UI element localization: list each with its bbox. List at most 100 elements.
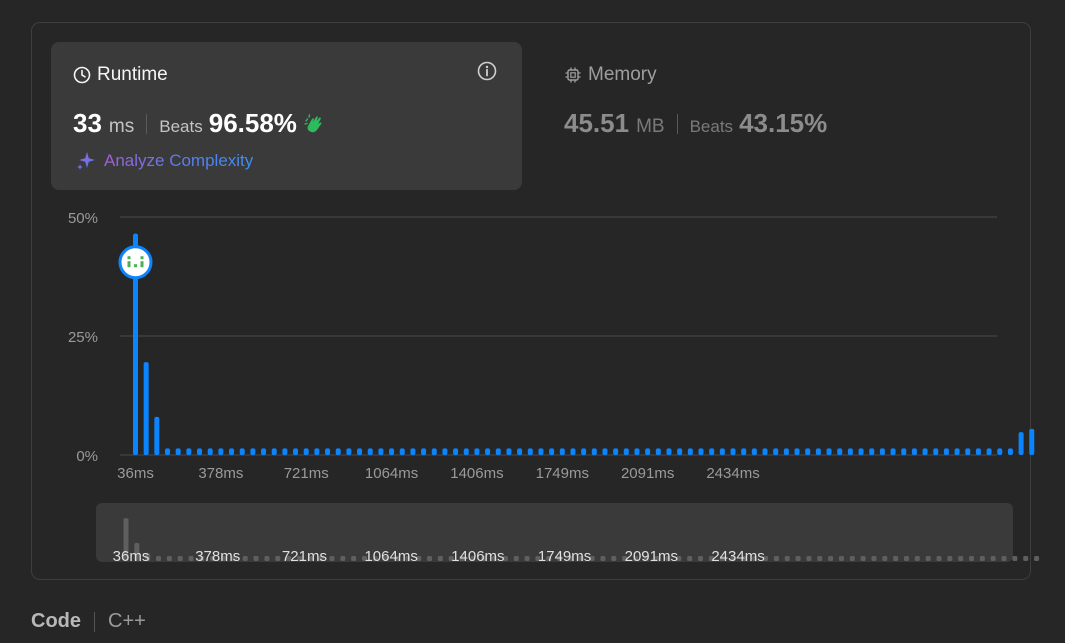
distribution-bar[interactable] — [677, 448, 683, 455]
distribution-bar[interactable] — [325, 448, 331, 455]
distribution-bar[interactable] — [367, 448, 373, 455]
distribution-bar[interactable] — [591, 448, 597, 455]
x-tick-label: 1406ms — [450, 465, 503, 482]
distribution-bar[interactable] — [826, 448, 832, 455]
distribution-bar[interactable] — [581, 448, 587, 455]
overview-bar — [773, 556, 779, 561]
distribution-bar[interactable] — [890, 448, 896, 455]
distribution-bar[interactable] — [997, 448, 1003, 455]
distribution-bar[interactable] — [559, 448, 565, 455]
marker-face-part — [140, 261, 144, 268]
distribution-bar[interactable] — [869, 448, 875, 455]
x-tick-label: 721ms — [284, 465, 329, 482]
distribution-bar[interactable] — [538, 448, 544, 455]
distribution-bar[interactable] — [602, 448, 608, 455]
distribution-bar[interactable] — [698, 448, 704, 455]
distribution-bar[interactable] — [783, 448, 789, 455]
distribution-bar[interactable] — [378, 448, 384, 455]
overview-bar — [784, 556, 790, 561]
distribution-bar[interactable] — [218, 448, 224, 455]
distribution-bar[interactable] — [634, 448, 640, 455]
overview-bar — [860, 556, 866, 561]
distribution-bar[interactable] — [975, 448, 981, 455]
distribution-bar[interactable] — [666, 448, 672, 455]
distribution-bar[interactable] — [911, 448, 917, 455]
distribution-bar[interactable] — [1029, 428, 1035, 455]
distribution-bar[interactable] — [645, 448, 651, 455]
distribution-bar[interactable] — [293, 448, 299, 455]
y-tick-label: 50% — [68, 210, 98, 227]
distribution-bar[interactable] — [527, 448, 533, 455]
distribution-bar[interactable] — [1018, 432, 1024, 455]
distribution-bar[interactable] — [1007, 448, 1013, 455]
distribution-bar[interactable] — [506, 448, 512, 455]
distribution-bar[interactable] — [655, 448, 661, 455]
distribution-bar[interactable] — [762, 448, 768, 455]
overview-bar — [882, 556, 888, 561]
distribution-bar[interactable] — [282, 448, 288, 455]
distribution-bar[interactable] — [229, 448, 235, 455]
distribution-bar[interactable] — [751, 448, 757, 455]
distribution-bar[interactable] — [442, 448, 448, 455]
distribution-bar[interactable] — [741, 448, 747, 455]
distribution-bar[interactable] — [239, 448, 245, 455]
overview-bar — [351, 556, 357, 561]
distribution-bar[interactable] — [794, 448, 800, 455]
distribution-bar[interactable] — [389, 448, 395, 455]
distribution-bar[interactable] — [154, 416, 160, 455]
distribution-bar[interactable] — [165, 448, 171, 455]
distribution-bar[interactable] — [837, 448, 843, 455]
distribution-bar[interactable] — [815, 448, 821, 455]
distribution-bar[interactable] — [261, 448, 267, 455]
distribution-bar[interactable] — [314, 448, 320, 455]
distribution-bar[interactable] — [847, 448, 853, 455]
distribution-bar[interactable] — [773, 448, 779, 455]
distribution-bar[interactable] — [197, 448, 203, 455]
overview-bar — [990, 556, 996, 561]
distribution-bar[interactable] — [421, 448, 427, 455]
overview-bar — [698, 556, 704, 561]
distribution-bar[interactable] — [730, 448, 736, 455]
distribution-bar[interactable] — [517, 448, 523, 455]
distribution-bar[interactable] — [549, 448, 555, 455]
distribution-bar[interactable] — [965, 448, 971, 455]
distribution-bar[interactable] — [399, 448, 405, 455]
distribution-bar[interactable] — [335, 448, 341, 455]
overview-bar — [1012, 556, 1018, 561]
distribution-bar[interactable] — [186, 448, 192, 455]
distribution-bar[interactable] — [207, 448, 213, 455]
distribution-bar[interactable] — [303, 448, 309, 455]
distribution-bar[interactable] — [623, 448, 629, 455]
distribution-bar[interactable] — [485, 448, 491, 455]
distribution-bar[interactable] — [346, 448, 352, 455]
distribution-bar[interactable] — [986, 448, 992, 455]
distribution-bar[interactable] — [901, 448, 907, 455]
distribution-bar[interactable] — [570, 448, 576, 455]
distribution-bar[interactable] — [858, 448, 864, 455]
distribution-bar[interactable] — [709, 448, 715, 455]
overview-bar — [936, 556, 942, 561]
distribution-bar[interactable] — [954, 448, 960, 455]
overview-bar — [806, 556, 812, 561]
distribution-bar[interactable] — [143, 362, 149, 455]
distribution-bar[interactable] — [453, 448, 459, 455]
distribution-bar[interactable] — [943, 448, 949, 455]
distribution-bar[interactable] — [687, 448, 693, 455]
code-label: Code — [31, 610, 81, 632]
distribution-bar[interactable] — [879, 448, 885, 455]
distribution-bar[interactable] — [250, 448, 256, 455]
distribution-bar[interactable] — [922, 448, 928, 455]
distribution-bar[interactable] — [431, 448, 437, 455]
distribution-bar[interactable] — [271, 448, 277, 455]
submission-marker[interactable] — [118, 245, 153, 280]
distribution-bar[interactable] — [719, 448, 725, 455]
distribution-bar[interactable] — [410, 448, 416, 455]
distribution-bar[interactable] — [463, 448, 469, 455]
distribution-bar[interactable] — [474, 448, 480, 455]
distribution-bar[interactable] — [933, 448, 939, 455]
distribution-bar[interactable] — [357, 448, 363, 455]
distribution-bar[interactable] — [805, 448, 811, 455]
distribution-bar[interactable] — [495, 448, 501, 455]
distribution-bar[interactable] — [175, 448, 181, 455]
distribution-bar[interactable] — [613, 448, 619, 455]
